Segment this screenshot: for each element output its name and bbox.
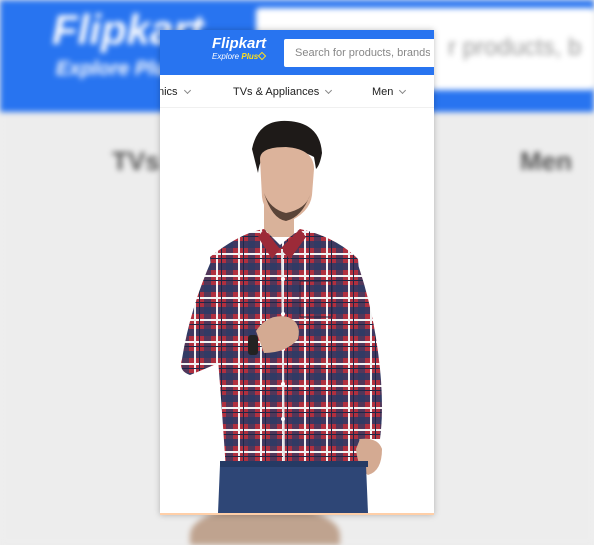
- category-nav: nics TVs & Appliances Men: [160, 75, 434, 108]
- logo-tagline: Explore Plus: [212, 51, 267, 62]
- chevron-down-icon: [399, 86, 407, 95]
- model-shirt-illustration: [181, 120, 382, 513]
- nav-item-men[interactable]: Men: [372, 86, 407, 98]
- header-bar: Flipkart Explore Plus: [160, 30, 434, 75]
- flipkart-logo[interactable]: Flipkart Explore Plus: [212, 35, 267, 62]
- bottom-accent-bar: [160, 513, 434, 515]
- background-tagline: Explore Plus: [56, 58, 178, 80]
- banner-image[interactable]: [160, 109, 434, 513]
- plus-icon: [258, 51, 267, 61]
- chevron-down-icon: [183, 86, 191, 95]
- background-nav-item: Men: [520, 146, 572, 176]
- nav-item-tvs-appliances[interactable]: TVs & Appliances: [233, 86, 333, 98]
- logo-wordmark: Flipkart: [212, 35, 267, 52]
- mobile-page: Flipkart Explore Plus nics TVs & Applian…: [160, 30, 434, 515]
- chevron-down-icon: [325, 86, 333, 95]
- search-box[interactable]: [284, 39, 434, 67]
- background-nav-item: TVs: [112, 146, 160, 176]
- background-search-text: r products, b: [448, 34, 582, 61]
- nav-item-electronics[interactable]: nics: [160, 86, 191, 98]
- search-input[interactable]: [284, 39, 430, 67]
